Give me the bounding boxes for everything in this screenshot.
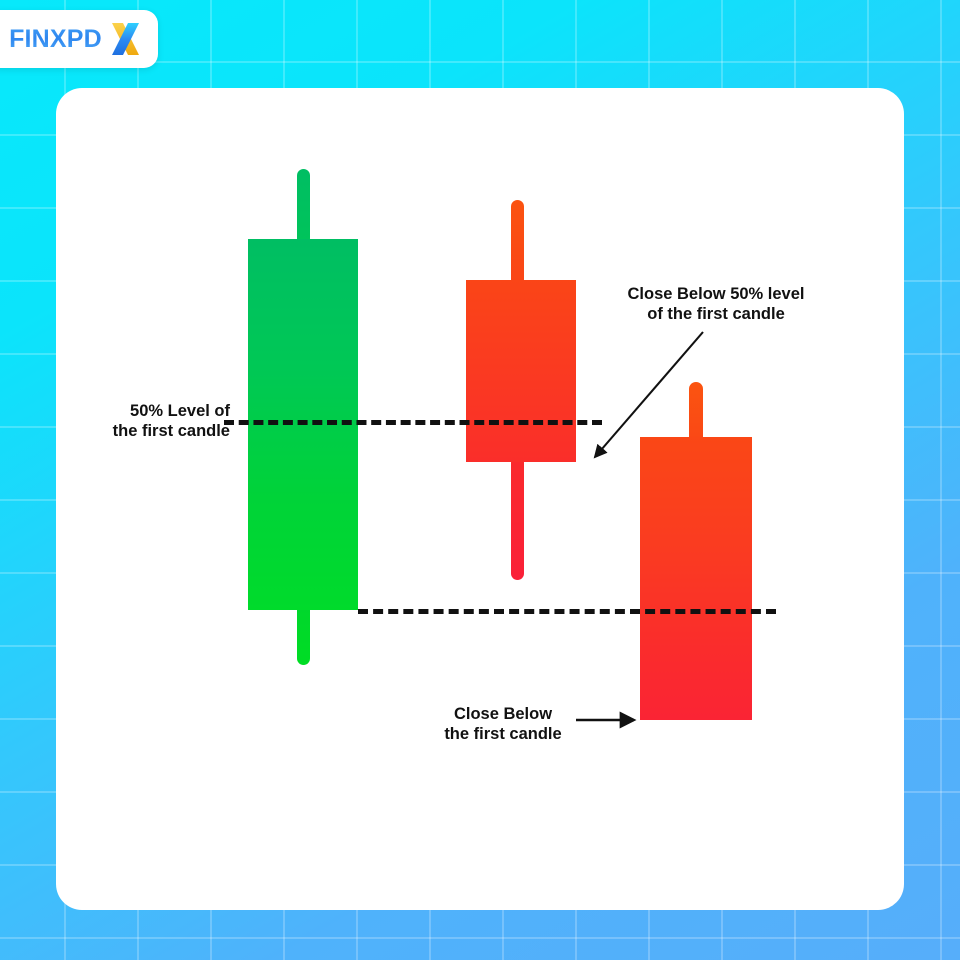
arrow-to-third-candle-icon: [576, 711, 637, 729]
annotation-close-below-50: Close Below 50% level of the first candl…: [627, 285, 805, 324]
candle-3-wick-lower: [689, 714, 703, 792]
level-line-first-candle-close: [358, 609, 776, 614]
poster-canvas: FINXPD 50% Level of the first candle Clo…: [0, 0, 960, 960]
arrow-to-50-level-icon: [593, 331, 704, 459]
candle-2-wick-upper: [511, 200, 524, 286]
annotation-50-level: 50% Level of the first candle: [112, 402, 230, 441]
candle-2-wick-lower: [511, 456, 524, 580]
candle-1-wick-upper: [297, 169, 310, 245]
candlestick-diagram: 50% Level of the first candle Close Belo…: [0, 0, 960, 960]
level-line-50-percent: [224, 420, 602, 425]
candle-2-body: [466, 280, 576, 462]
